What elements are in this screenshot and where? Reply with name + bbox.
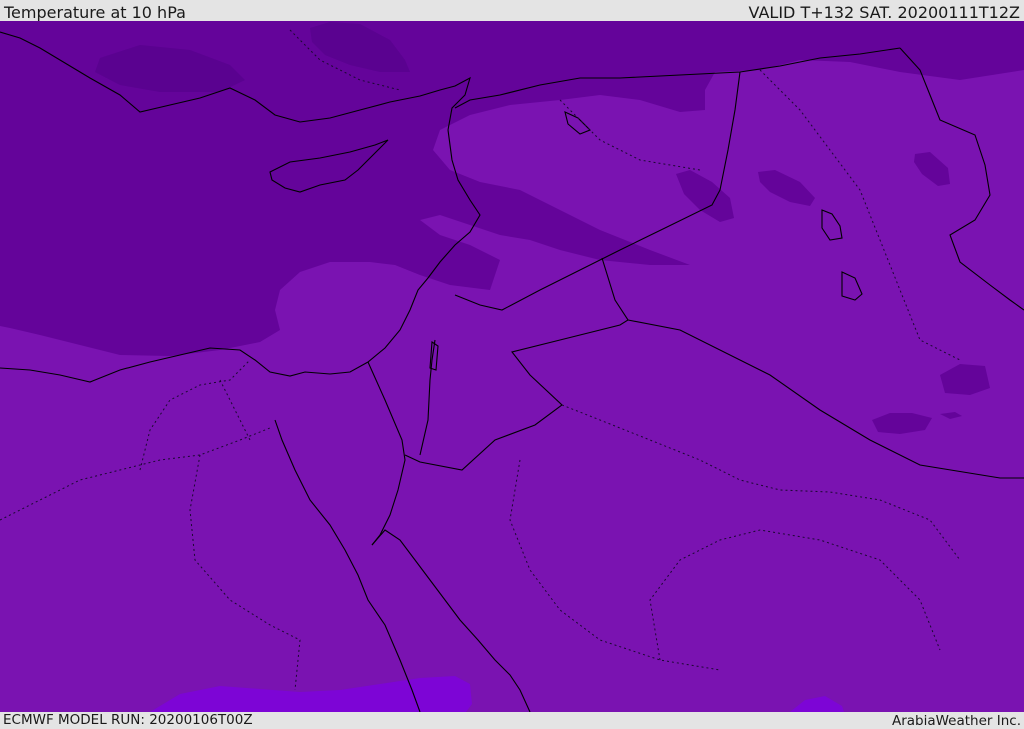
map-footer: ECMWF MODEL RUN: 20200106T00Z ArabiaWeat… — [0, 712, 1024, 729]
valid-time-label: VALID T+132 SAT. 20200111T12Z — [748, 3, 1020, 22]
map-title: Temperature at 10 hPa — [4, 3, 186, 22]
model-run-label: ECMWF MODEL RUN: 20200106T00Z — [3, 712, 253, 728]
temperature-field-map — [0, 21, 1024, 712]
credit-label: ArabiaWeather Inc. — [891, 713, 1021, 729]
map-header: Temperature at 10 hPa VALID T+132 SAT. 2… — [0, 0, 1024, 22]
weather-map — [0, 21, 1024, 712]
